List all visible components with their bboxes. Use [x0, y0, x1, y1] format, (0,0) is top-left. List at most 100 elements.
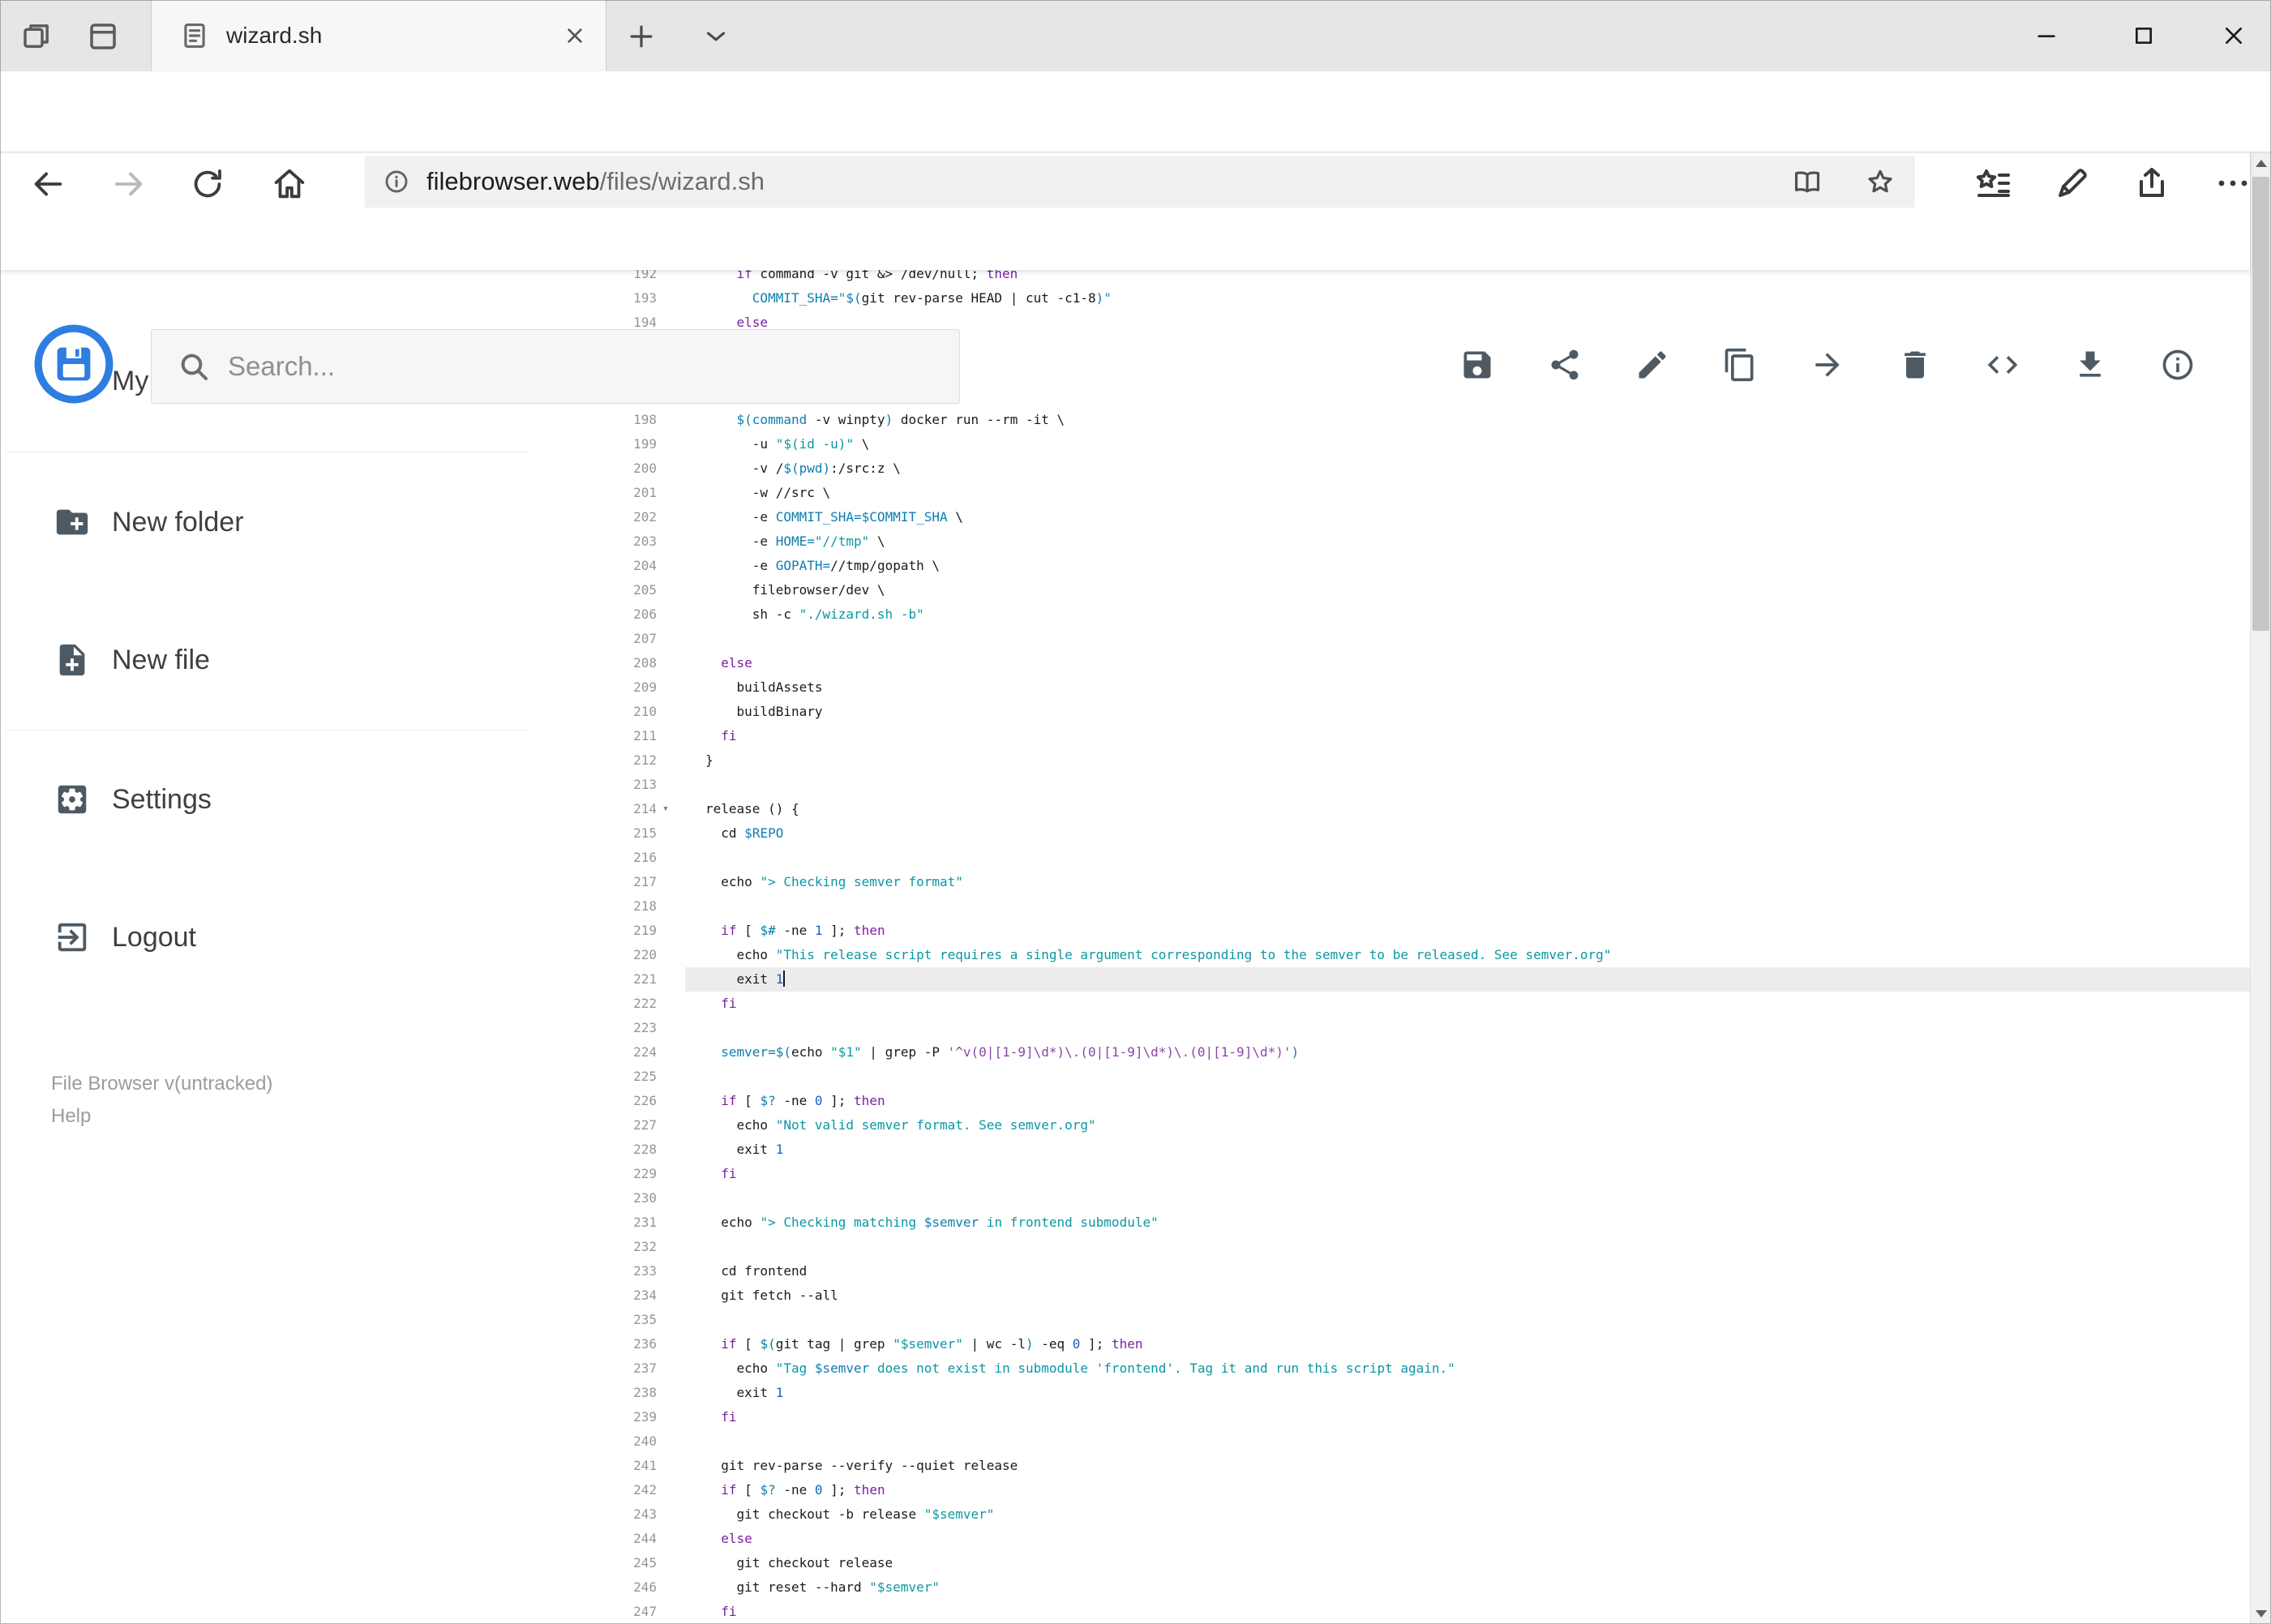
code-line-240[interactable]: 240	[535, 1429, 2250, 1454]
code-line-225[interactable]: 225	[535, 1065, 2250, 1089]
code-line-214[interactable]: 214 ▾ release () {	[535, 797, 2250, 821]
code-line-245[interactable]: 245 git checkout release	[535, 1551, 2250, 1575]
code-line-238[interactable]: 238 exit 1	[535, 1381, 2250, 1405]
code-line-200[interactable]: 200 -v /$(pwd):/src:z \	[535, 456, 2250, 481]
code-line-224[interactable]: 224 semver=$(echo "$1" | grep -P '^v(0|[…	[535, 1040, 2250, 1065]
code-view-button[interactable]	[1980, 342, 2025, 388]
code-line-192[interactable]: 192 if command -v git &> /dev/null; then	[535, 270, 2250, 286]
code-line-241[interactable]: 241 git rev-parse --verify --quiet relea…	[535, 1454, 2250, 1478]
hub-favorites-icon[interactable]	[1973, 164, 2012, 203]
line-number: 202	[633, 509, 657, 525]
sidebar-item-settings[interactable]: Settings	[0, 759, 535, 840]
share-file-button[interactable]	[1542, 342, 1588, 388]
code-line-232[interactable]: 232	[535, 1235, 2250, 1259]
code-line-201[interactable]: 201 -w //src \	[535, 481, 2250, 505]
code-line-222[interactable]: 222 fi	[535, 992, 2250, 1016]
code-line-243[interactable]: 243 git checkout -b release "$semver"	[535, 1502, 2250, 1527]
set-tabs-aside-icon[interactable]	[19, 19, 54, 54]
code-editor[interactable]: 192 if command -v git &> /dev/null; then…	[535, 270, 2250, 1624]
code-line-234[interactable]: 234 git fetch --all	[535, 1283, 2250, 1308]
code-line-206[interactable]: 206 sh -c "./wizard.sh -b"	[535, 602, 2250, 627]
code-line-246[interactable]: 246 git reset --hard "$semver"	[535, 1575, 2250, 1600]
code-line-227[interactable]: 227 echo "Not valid semver format. See s…	[535, 1113, 2250, 1138]
code-line-211[interactable]: 211 fi	[535, 724, 2250, 748]
code-line-247[interactable]: 247 fi	[535, 1600, 2250, 1624]
scroll-up-icon[interactable]	[2251, 152, 2271, 174]
code-line-242[interactable]: 242 if [ $? -ne 0 ]; then	[535, 1478, 2250, 1502]
favorite-star-icon[interactable]	[1865, 166, 1896, 197]
code-line-237[interactable]: 237 echo "Tag $semver does not exist in …	[535, 1356, 2250, 1381]
page-scrollbar[interactable]	[2250, 152, 2271, 1624]
sidebar-item-new-folder[interactable]: New folder	[0, 482, 535, 563]
sidebar-item-logout[interactable]: Logout	[0, 897, 535, 978]
reading-view-icon[interactable]	[1792, 166, 1823, 197]
code-line-198[interactable]: 198 $(command -v winpty) docker run --rm…	[535, 408, 2250, 432]
code-line-212[interactable]: 212}	[535, 748, 2250, 773]
maximize-button[interactable]	[2106, 0, 2181, 71]
forward-button[interactable]	[110, 165, 148, 203]
code-line-209[interactable]: 209 buildAssets	[535, 675, 2250, 700]
code-line-202[interactable]: 202 -e COMMIT_SHA=$COMMIT_SHA \	[535, 505, 2250, 529]
tab-list-chevron-icon[interactable]	[701, 21, 731, 52]
more-ellipsis-icon[interactable]	[2213, 164, 2252, 203]
code-line-239[interactable]: 239 fi	[535, 1405, 2250, 1429]
code-line-228[interactable]: 228 exit 1	[535, 1138, 2250, 1162]
code-line-205[interactable]: 205 filebrowser/dev \	[535, 578, 2250, 602]
filebrowser-logo[interactable]	[32, 323, 115, 405]
code-line-203[interactable]: 203 -e HOME="//tmp" \	[535, 529, 2250, 554]
refresh-button[interactable]	[189, 165, 226, 203]
browser-tab[interactable]: wizard.sh	[151, 0, 606, 71]
web-note-pen-icon[interactable]	[2053, 164, 2092, 203]
site-info-icon[interactable]	[383, 168, 410, 195]
code-line-235[interactable]: 235	[535, 1308, 2250, 1332]
scrollbar-thumb[interactable]	[2252, 177, 2269, 631]
code-line-216[interactable]: 216	[535, 846, 2250, 870]
sidebar-item-new-file[interactable]: New file	[0, 619, 535, 701]
code-line-244[interactable]: 244 else	[535, 1527, 2250, 1551]
code-line-215[interactable]: 215 cd $REPO	[535, 821, 2250, 846]
share-icon[interactable]	[2132, 164, 2171, 203]
new-tab-button[interactable]	[626, 21, 657, 52]
code-line-218[interactable]: 218	[535, 894, 2250, 919]
code-line-207[interactable]: 207	[535, 627, 2250, 651]
code-line-204[interactable]: 204 -e GOPATH=//tmp/gopath \	[535, 554, 2250, 578]
code-line-220[interactable]: 220 echo "This release script requires a…	[535, 943, 2250, 967]
info-button[interactable]	[2155, 342, 2200, 388]
download-button[interactable]	[2067, 342, 2113, 388]
code-line-193[interactable]: 193 COMMIT_SHA="$(git rev-parse HEAD | c…	[535, 286, 2250, 311]
delete-button[interactable]	[1892, 342, 1938, 388]
code-line-217[interactable]: 217 echo "> Checking semver format"	[535, 870, 2250, 894]
close-window-button[interactable]	[2196, 0, 2271, 71]
move-button[interactable]	[1805, 342, 1850, 388]
rename-button[interactable]	[1630, 342, 1675, 388]
code-line-219[interactable]: 219 if [ $# -ne 1 ]; then	[535, 919, 2250, 943]
tab-close-icon[interactable]	[562, 23, 588, 49]
back-button[interactable]	[29, 165, 66, 203]
code-line-199[interactable]: 199 -u "$(id -u)" \	[535, 432, 2250, 456]
minimize-button[interactable]	[2009, 0, 2084, 71]
address-bar[interactable]: filebrowser.web/files/wizard.sh	[365, 156, 1915, 208]
fold-marker-icon[interactable]: ▾	[657, 797, 685, 821]
code-line-229[interactable]: 229 fi	[535, 1162, 2250, 1186]
url-text[interactable]: filebrowser.web/files/wizard.sh	[426, 167, 765, 196]
code-line-221[interactable]: 221 exit 1	[535, 967, 2250, 992]
code-line-236[interactable]: 236 if [ $(git tag | grep "$semver" | wc…	[535, 1332, 2250, 1356]
code-line-213[interactable]: 213	[535, 773, 2250, 797]
save-button[interactable]	[1455, 342, 1500, 388]
search-input[interactable]	[228, 351, 959, 382]
copy-button[interactable]	[1717, 342, 1763, 388]
code-line-233[interactable]: 233 cd frontend	[535, 1259, 2250, 1283]
code-line-230[interactable]: 230	[535, 1186, 2250, 1211]
home-button[interactable]	[271, 165, 308, 203]
code-line-208[interactable]: 208 else	[535, 651, 2250, 675]
scroll-down-icon[interactable]	[2251, 1603, 2271, 1624]
code-text: filebrowser/dev \	[705, 582, 885, 598]
help-link[interactable]: Help	[51, 1105, 91, 1128]
search-box[interactable]	[151, 329, 960, 404]
fold-gutter	[657, 408, 685, 432]
code-line-210[interactable]: 210 buildBinary	[535, 700, 2250, 724]
code-line-231[interactable]: 231 echo "> Checking matching $semver in…	[535, 1211, 2250, 1235]
code-line-223[interactable]: 223	[535, 1016, 2250, 1040]
tabs-preview-icon[interactable]	[86, 19, 120, 54]
code-line-226[interactable]: 226 if [ $? -ne 0 ]; then	[535, 1089, 2250, 1113]
